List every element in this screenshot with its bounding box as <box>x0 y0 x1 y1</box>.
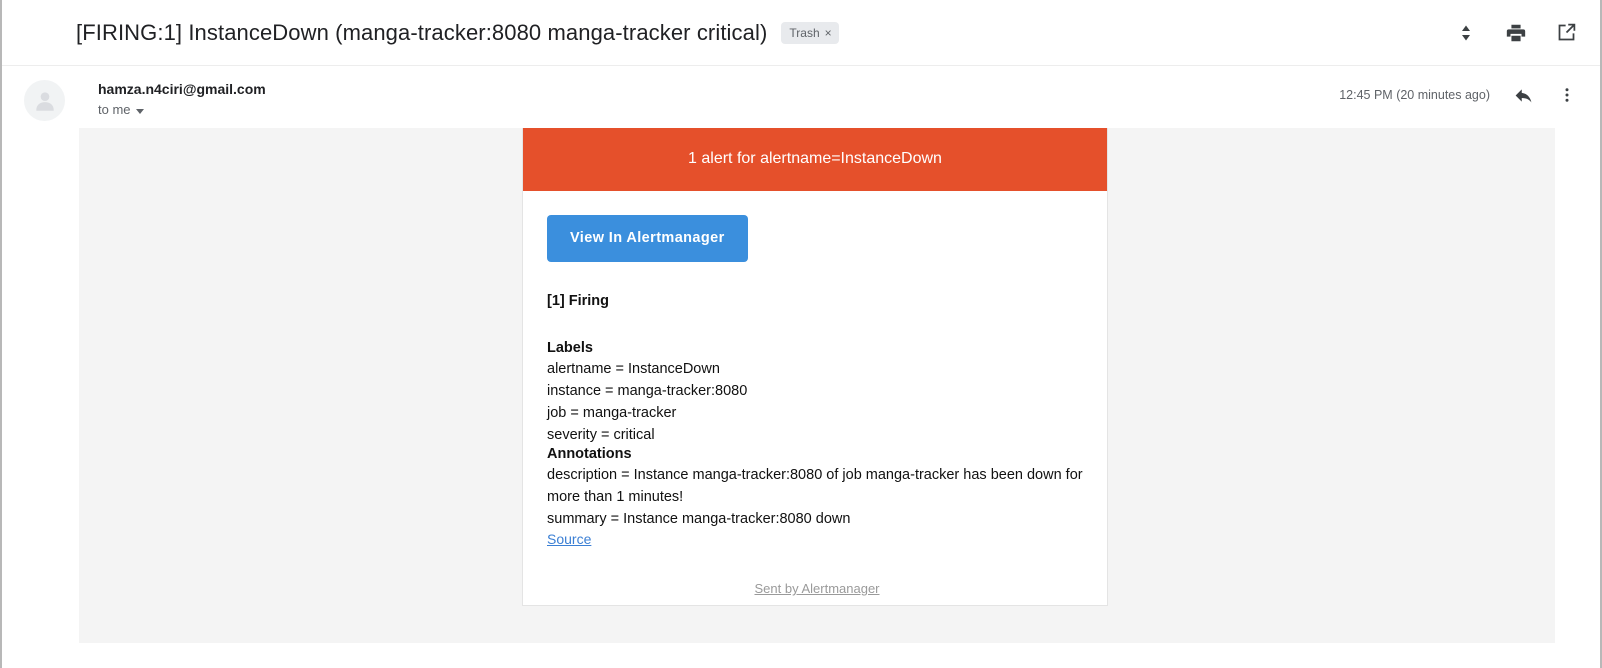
alert-content: View In Alertmanager [1] Firing Labels a… <box>523 191 1107 605</box>
alert-card: 1 alert for alertname=InstanceDown View … <box>522 128 1108 606</box>
card-tail-spacer <box>533 549 1083 579</box>
person-avatar-icon <box>35 91 54 111</box>
open-in-new-window-icon[interactable] <box>1554 21 1578 45</box>
message-timestamp: 12:45 PM (20 minutes ago) <box>1339 88 1490 102</box>
label-row: alertname = InstanceDown <box>547 361 720 377</box>
page-title: [FIRING:1] InstanceDown (manga-tracker:8… <box>76 19 768 45</box>
label-row: instance = manga-tracker:8080 <box>547 383 748 399</box>
label-chip-trash[interactable]: Trash × <box>781 21 839 44</box>
avatar <box>24 80 65 121</box>
label-chip-text: Trash <box>789 25 820 40</box>
expand-collapse-icon[interactable] <box>1454 21 1478 45</box>
sender-email: hamza.n4ciri@gmail.com <box>98 81 266 97</box>
label-row: job = manga-tracker <box>547 405 677 421</box>
more-vertical-icon[interactable] <box>1556 84 1578 106</box>
email-page: [FIRING:1] InstanceDown (manga-tracker:8… <box>0 0 1602 668</box>
close-icon[interactable]: × <box>825 27 832 39</box>
recipient-label: to me <box>98 102 131 117</box>
labels-list: alertname = InstanceDown instance = mang… <box>547 358 1083 446</box>
message-actions: 12:45 PM (20 minutes ago) <box>1339 84 1578 106</box>
annotations-header: Annotations <box>547 446 632 462</box>
alert-banner: 1 alert for alertname=InstanceDown <box>523 128 1107 191</box>
label-row: severity = critical <box>547 427 655 443</box>
email-body: 1 alert for alertname=InstanceDown View … <box>79 128 1555 643</box>
view-in-alertmanager-button[interactable]: View In Alertmanager <box>547 215 748 262</box>
subject-bar: [FIRING:1] InstanceDown (manga-tracker:8… <box>2 0 1600 66</box>
print-icon[interactable] <box>1504 21 1528 45</box>
message-header: hamza.n4ciri@gmail.com to me 12:45 PM (2… <box>2 66 1600 128</box>
labels-header: Labels <box>547 340 593 356</box>
annotations-list: description = Instance manga-tracker:808… <box>547 464 1083 530</box>
email-footer: Sent by Alertmanager <box>79 580 1555 598</box>
header-actions <box>1454 21 1578 45</box>
reply-icon[interactable] <box>1512 84 1534 106</box>
recipient-dropdown[interactable]: to me <box>98 102 266 118</box>
sender-meta: hamza.n4ciri@gmail.com to me <box>98 80 266 118</box>
sent-by-alertmanager-link[interactable]: Sent by Alertmanager <box>754 581 879 596</box>
source-link[interactable]: Source <box>547 531 591 547</box>
annotation-row: description = Instance manga-tracker:808… <box>547 467 1083 505</box>
firing-header: [1] Firing <box>547 293 610 309</box>
annotation-row: summary = Instance manga-tracker:8080 do… <box>547 511 851 527</box>
chevron-down-icon <box>135 108 144 114</box>
